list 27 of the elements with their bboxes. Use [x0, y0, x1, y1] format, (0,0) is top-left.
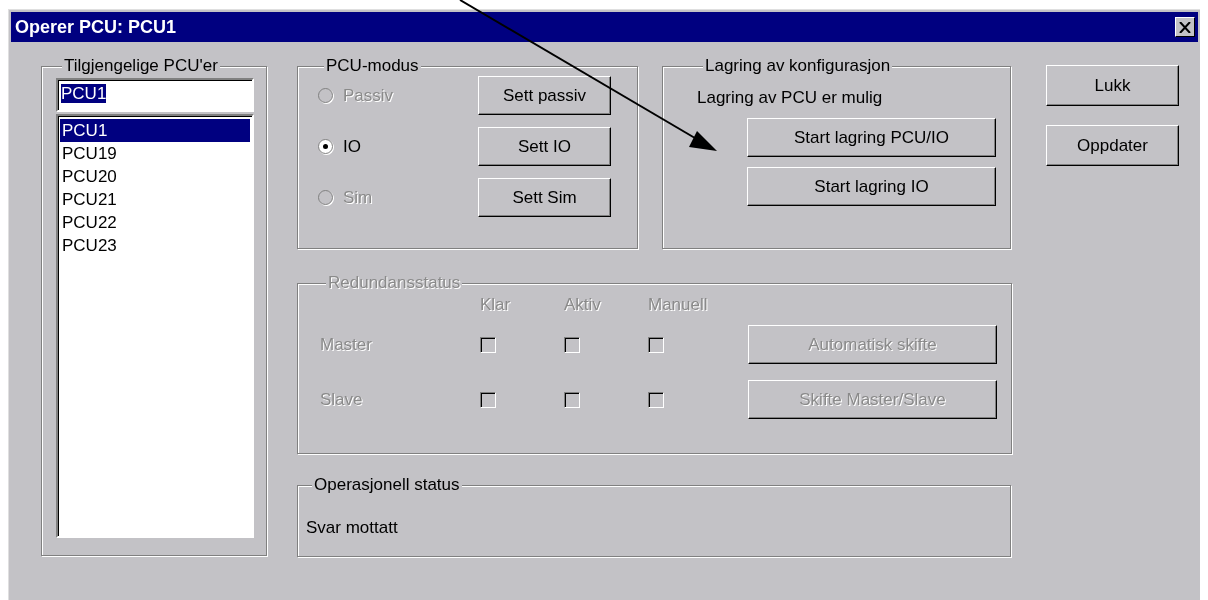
row-label: Slave — [320, 389, 364, 410]
button[interactable]: Start lagring IO — [747, 167, 996, 206]
window-title: Operer PCU: PCU1 — [15, 16, 177, 38]
group-title: Tilgjengelige PCU'er — [62, 56, 220, 76]
close-icon — [1179, 21, 1191, 33]
group-title: Lagring av konfigurasjon — [703, 56, 893, 76]
button[interactable]: Oppdater — [1046, 125, 1179, 166]
button[interactable]: Start lagring PCU/IO — [747, 118, 996, 157]
list-item[interactable]: PCU22 — [60, 211, 250, 234]
list-item[interactable]: PCU1 — [60, 119, 250, 142]
radio-option[interactable]: IO — [318, 136, 478, 157]
status-message: Lagring av PCU er mulig — [697, 88, 884, 108]
column-header: Aktiv — [564, 294, 602, 316]
group-title: Operasjonell status — [312, 475, 462, 495]
button[interactable]: Sett IO — [478, 127, 611, 166]
row-label: Master — [320, 334, 373, 355]
list-box[interactable]: PCU1 PCU19 PCU20 PCU21 PCU22 PCU23 — [56, 114, 254, 538]
list-item[interactable]: PCU20 — [60, 165, 250, 188]
button[interactable]: Lukk — [1046, 65, 1179, 106]
close-button[interactable] — [1175, 17, 1195, 37]
status-message: Svar mottatt — [306, 518, 399, 538]
text-field[interactable]: PCU1 — [56, 78, 254, 112]
list-item[interactable]: PCU23 — [60, 234, 250, 257]
list-item[interactable]: PCU19 — [60, 142, 250, 165]
list-item[interactable]: PCU21 — [60, 188, 250, 211]
column-header: Manuell — [648, 294, 709, 316]
column-header: Klar — [480, 294, 512, 316]
